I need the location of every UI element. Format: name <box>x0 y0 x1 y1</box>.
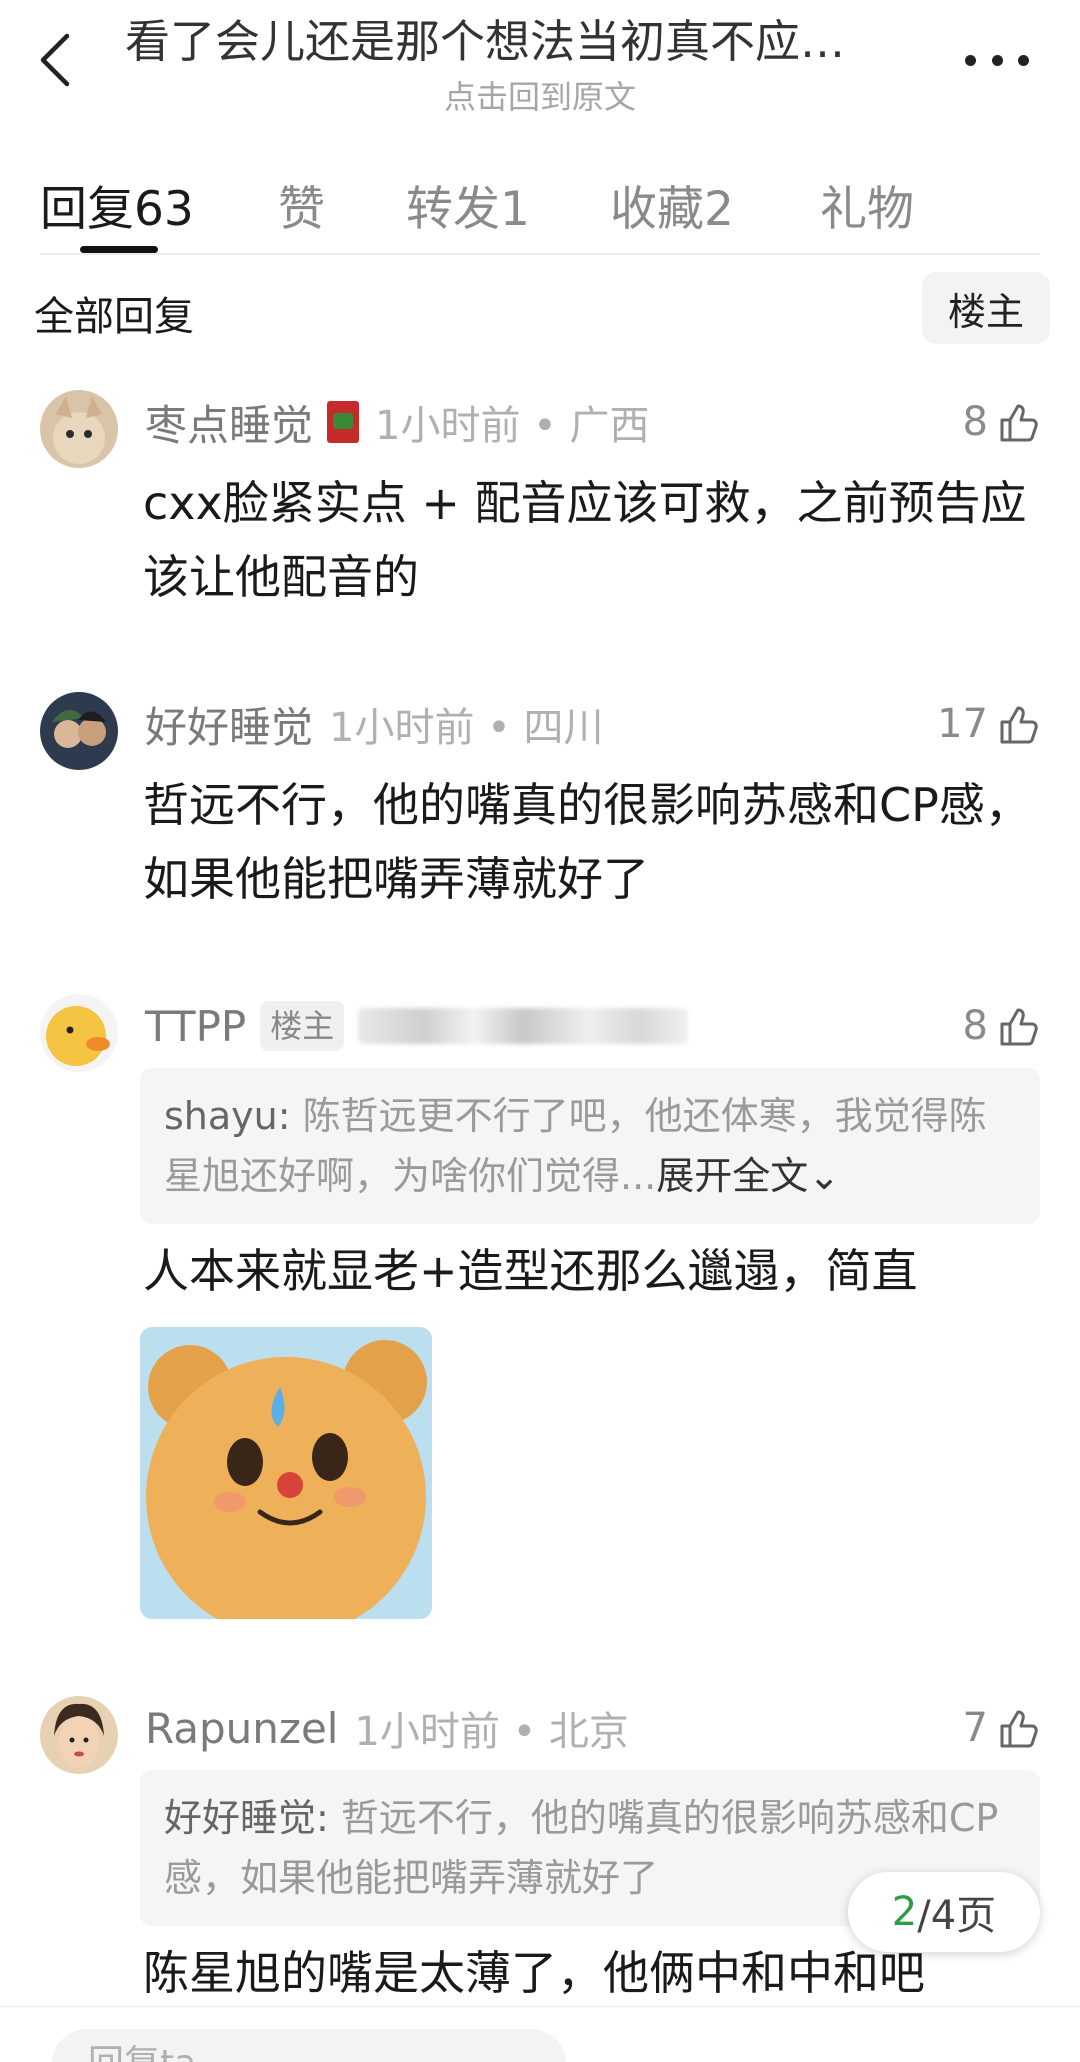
avatar[interactable] <box>40 692 118 770</box>
like-count: 8 <box>962 399 988 445</box>
avatar[interactable] <box>40 390 118 468</box>
comment-text: 哲远不行，他的嘴真的很影响苏感和CP感，如果他能把嘴弄薄就好了 <box>143 778 1031 906</box>
owner-only-filter-button[interactable]: 楼主 <box>922 272 1050 344</box>
top-bar: 看了会儿还是那个想法当初真不应… 点击回到原文 <box>0 0 1080 130</box>
tab-bar: 回复63 赞 转发1 收藏2 礼物 <box>0 160 1080 255</box>
page-indicator[interactable]: 2/4页 <box>848 1872 1040 1952</box>
bottom-reply-bar: 回复ta <box>0 2006 1080 2062</box>
tab-likes[interactable]: 赞 <box>278 170 325 239</box>
tab-replies[interactable]: 回复63 <box>40 170 194 239</box>
comment-header: Rapunzel 1小时前 • 北京 <box>145 1698 629 1758</box>
reply-input[interactable]: 回复ta <box>52 2029 566 2062</box>
thumbs-up-icon <box>1000 1008 1038 1046</box>
current-page: 2 <box>891 1889 918 1935</box>
like-count: 8 <box>962 1003 988 1049</box>
username[interactable]: Rapunzel <box>145 1704 338 1753</box>
tab-gifts[interactable]: 礼物 <box>820 170 914 239</box>
comment-header: TTPP 楼主 <box>145 996 689 1056</box>
badge-icon <box>327 401 360 443</box>
more-options-icon[interactable] <box>965 40 1029 80</box>
timestamp-location: 1小时前 • 四川 <box>329 705 604 751</box>
comment-text: 人本来就显老+造型还那么邋遢，简直 <box>143 1244 918 1298</box>
quoted-username: 好好睡觉: <box>164 1796 341 1840</box>
active-tab-indicator <box>80 246 158 253</box>
comment-header: 好好睡觉 1小时前 • 四川 <box>145 694 604 754</box>
sticker-image[interactable] <box>140 1327 432 1619</box>
redacted-meta <box>358 1008 689 1044</box>
post-title[interactable]: 看了会儿还是那个想法当初真不应… <box>125 10 915 74</box>
avatar[interactable] <box>40 1696 118 1774</box>
tab-favorites[interactable]: 收藏2 <box>610 170 734 239</box>
quoted-username: shayu: <box>164 1094 303 1138</box>
avatar[interactable] <box>40 994 118 1072</box>
like-button[interactable]: 8 <box>963 996 1040 1056</box>
quoted-reply[interactable]: shayu: 陈哲远更不行了吧，他还体寒，我觉得陈星旭还好啊，为啥你们觉得...… <box>140 1068 1040 1224</box>
username[interactable]: 好好睡觉 <box>145 694 313 755</box>
owner-badge: 楼主 <box>260 1001 345 1051</box>
timestamp-location: 1小时前 • 广西 <box>375 403 650 449</box>
like-count: 7 <box>962 1705 988 1751</box>
all-replies-heading: 全部回复 <box>34 294 194 340</box>
thumbs-up-icon <box>1000 404 1038 442</box>
expand-full-text-link[interactable]: 展开全文⌄ <box>656 1154 840 1198</box>
tab-reposts[interactable]: 转发1 <box>406 170 530 239</box>
divider <box>40 253 1040 255</box>
thumbs-up-icon <box>1000 706 1038 744</box>
like-count: 17 <box>937 701 988 747</box>
like-button[interactable]: 7 <box>963 1698 1040 1758</box>
comment-header: 枣点睡觉 1小时前 • 广西 <box>145 392 650 452</box>
like-button[interactable]: 17 <box>937 694 1040 754</box>
back-to-post-link[interactable]: 点击回到原文 <box>0 72 1080 118</box>
thumbs-up-icon <box>1000 1710 1038 1748</box>
timestamp-location: 1小时前 • 北京 <box>354 1709 629 1755</box>
username[interactable]: TTPP <box>145 1002 246 1051</box>
comment-text: cxx脸紧实点 + 配音应该可救，之前预告应该让他配音的 <box>143 476 1027 604</box>
like-button[interactable]: 8 <box>963 392 1040 452</box>
total-pages: /4页 <box>917 1893 997 1939</box>
username[interactable]: 枣点睡觉 <box>145 392 313 453</box>
